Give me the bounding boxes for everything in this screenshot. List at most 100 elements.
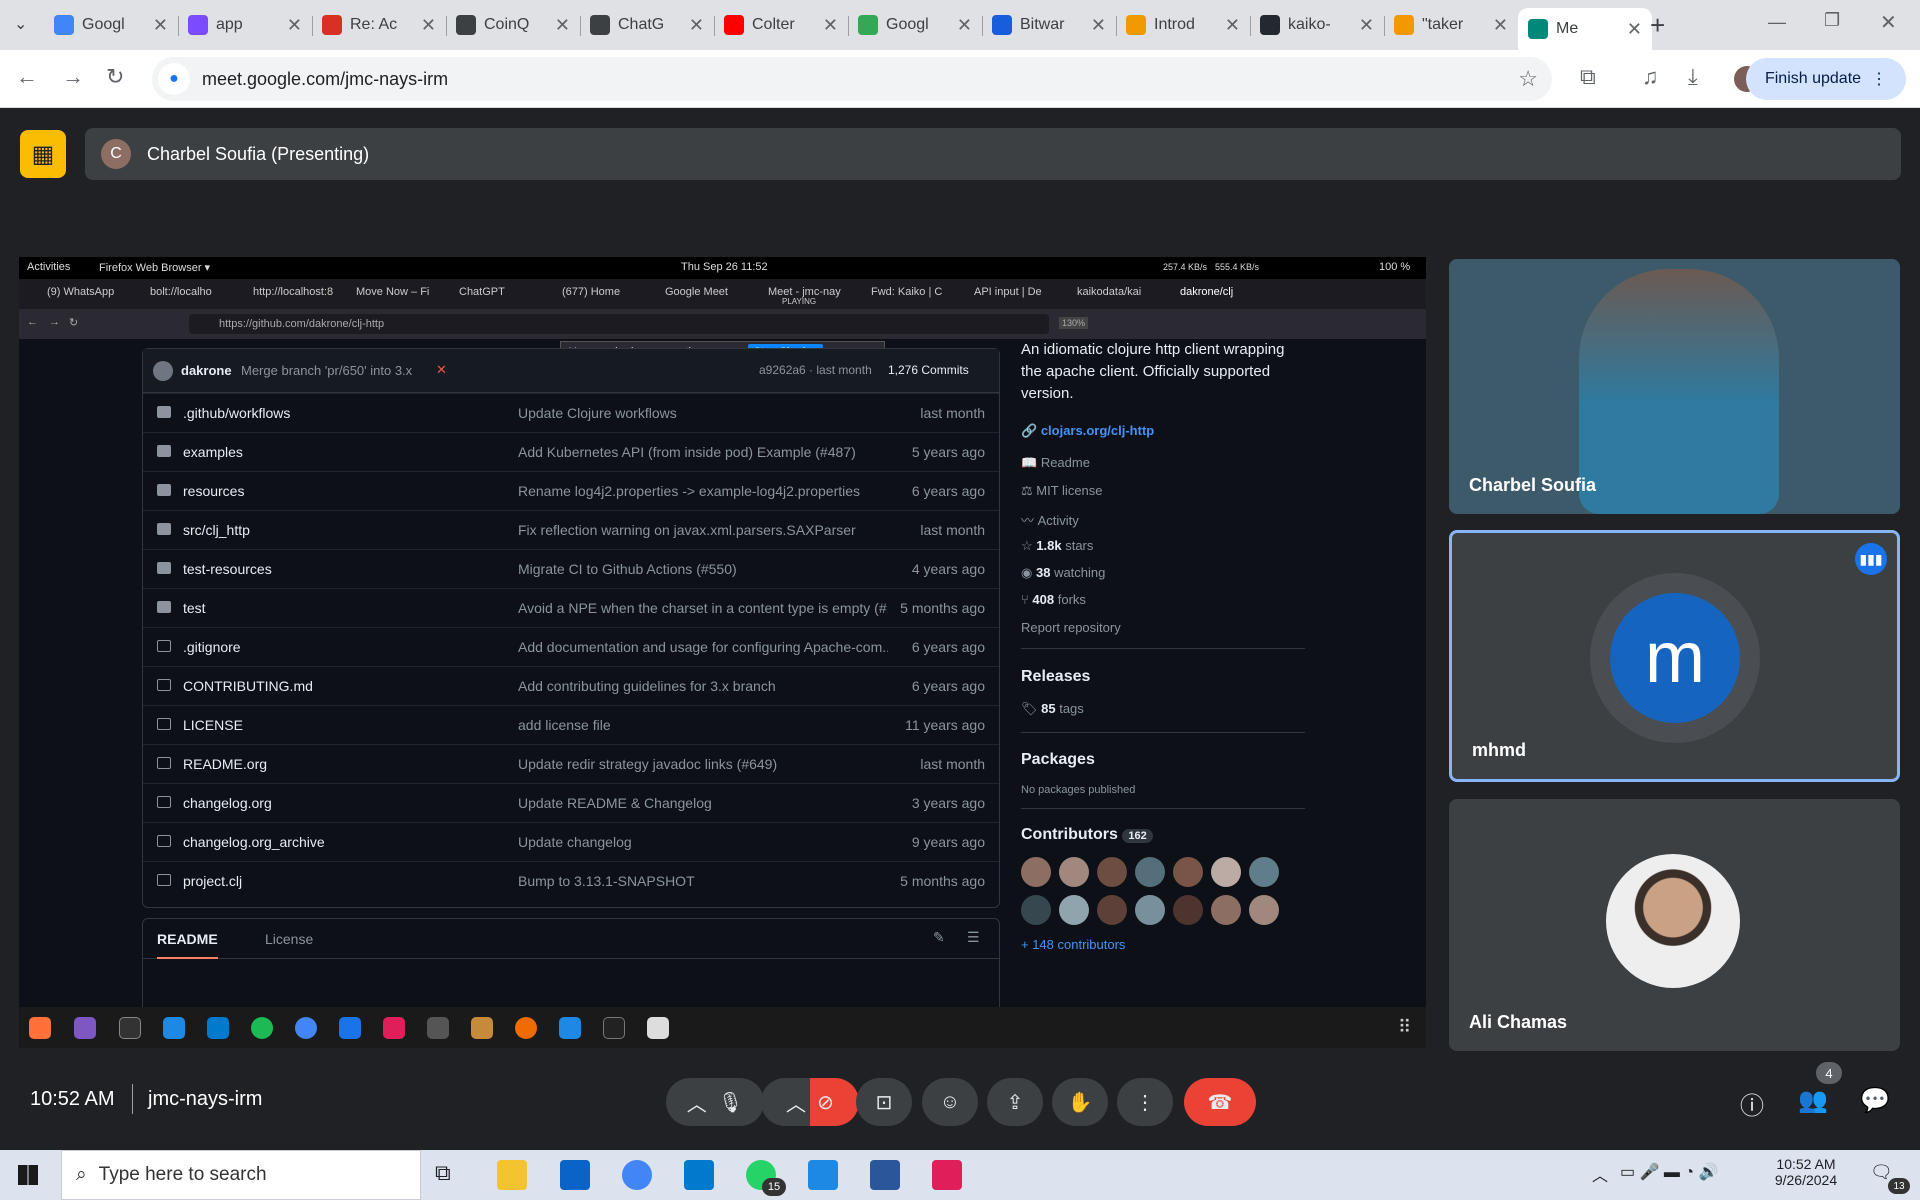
browser-tab[interactable]: Re: Ac ✕ [312,8,446,42]
browser-tab[interactable]: kaiko- ✕ [1250,8,1384,42]
ff-reload-icon[interactable]: ↻ [69,316,78,329]
leave-call-button[interactable]: ☎ [1184,1078,1256,1126]
file-commit-message[interactable]: Update changelog [518,834,888,850]
file-name[interactable]: changelog.org [183,795,272,811]
readme-tab[interactable]: README [157,931,218,959]
firefox-tab[interactable]: kaikodata/kai [1077,286,1141,298]
taskbar-clock[interactable]: 10:52 AM 9/26/2024 [1764,1156,1848,1188]
file-row[interactable]: .github/workflows Update Clojure workflow… [143,393,999,432]
app-dock-icon-14[interactable] [603,1017,625,1039]
stars-link[interactable]: ☆ 1.8k stars [1021,538,1093,554]
firefox-tab[interactable]: Google Meet [665,286,728,298]
app-dock-icon-8[interactable] [339,1017,361,1039]
tab-search-icon[interactable]: ⌄ [14,14,27,34]
extensions-puzzle-icon[interactable]: ⧉ [1580,64,1596,90]
back-arrow-icon[interactable]: ← [16,64,38,90]
new-tab-button[interactable]: + [1650,10,1665,41]
firefox-tab[interactable]: (9) WhatsApp [47,286,114,298]
contributors-heading[interactable]: Contributors 162 [1021,826,1153,844]
postman-dock-icon[interactable] [515,1017,537,1039]
file-commit-message[interactable]: Add contributing guidelines for 3.x bran… [518,678,888,694]
file-name[interactable]: changelog.org_archive [183,834,325,850]
media-controls-icon[interactable]: ♫ [1642,64,1659,90]
firefox-tab[interactable]: bolt://localho [150,286,212,298]
file-name[interactable]: LICENSE [183,717,243,733]
microphone-permission-icon[interactable]: ● [158,63,190,95]
participant-tile-mhmd[interactable]: m ▮▮▮ mhmd [1449,530,1900,782]
minimize-window-button[interactable]: — [1768,12,1786,33]
forward-arrow-icon[interactable]: → [62,64,84,90]
files-dock-icon[interactable] [647,1017,669,1039]
firefox-tab[interactable]: Fwd: Kaiko | C [871,286,942,298]
contributor-avatar[interactable] [1249,895,1279,925]
file-row[interactable]: LICENSE add license file 11 years ago [143,705,999,744]
browser-tab[interactable]: Me ✕ [1518,8,1652,50]
contributor-avatar[interactable] [1135,895,1165,925]
file-row[interactable]: project.clj Bump to 3.13.1-SNAPSHOT 5 mont… [143,861,999,900]
tray-icons[interactable]: ▭ 🎤 ▬ ◔ 🔊 [1620,1162,1718,1182]
people-icon[interactable]: 👥 [1798,1086,1828,1115]
firefox-tab[interactable]: http://localhost:8 [253,286,333,298]
contributor-avatar[interactable] [1211,857,1241,887]
browser-tab[interactable]: CoinQ ✕ [446,8,580,42]
audio-options-chevron-icon[interactable]: ︿ [687,1088,707,1117]
file-commit-message[interactable]: Avoid a NPE when the charset in a conten… [518,600,888,616]
contributor-avatar[interactable] [1021,895,1051,925]
browser-tab[interactable]: Bitwar ✕ [982,8,1116,42]
file-row[interactable]: changelog.org Update README & Changelog 3 … [143,783,999,822]
contributor-avatar[interactable] [1059,895,1089,925]
taskbar-search-box[interactable]: ⌕ Type here to search [61,1150,421,1200]
participant-tile-ali[interactable]: Ali Chamas [1449,799,1900,1051]
reactions-button[interactable]: ☺ [922,1078,978,1126]
homepage-link[interactable]: 🔗 clojars.org/clj-http [1021,423,1154,439]
file-name[interactable]: .gitignore [183,639,241,655]
tags-link[interactable]: 🏷 85 tags [1021,701,1084,717]
file-row[interactable]: .gitignore Add documentation and usage fo… [143,627,999,666]
vscode-taskbar-icon[interactable] [684,1160,714,1190]
contributor-avatar[interactable] [1059,857,1089,887]
app-menu[interactable]: Firefox Web Browser ▾ [99,261,210,274]
license-link[interactable]: ⚖ MIT license [1021,483,1103,499]
firefox-dock-icon[interactable] [29,1017,51,1039]
file-commit-message[interactable]: Update README & Changelog [518,795,888,811]
ci-fail-icon[interactable]: ✕ [436,362,447,378]
downloads-icon[interactable]: ⤓ [1688,64,1698,90]
present-screen-button[interactable]: ⇪ [987,1078,1043,1126]
commit-message[interactable]: Merge branch 'pr/650' into 3.x [241,363,412,378]
contributor-avatar[interactable] [1249,857,1279,887]
tab-close-icon[interactable]: ✕ [555,15,570,36]
firefox-tab[interactable]: API input | De [974,286,1042,298]
commit-author[interactable]: dakrone [181,363,232,378]
app-dock-icon-13[interactable] [559,1017,581,1039]
tab-close-icon[interactable]: ✕ [1359,15,1374,36]
browser-tab[interactable]: "taker ✕ [1384,8,1518,42]
app-dock-icon-4[interactable] [163,1017,185,1039]
browser-tab[interactable]: app ✕ [178,8,312,42]
file-name[interactable]: src/clj_http [183,522,250,538]
finish-update-button[interactable]: Finish update ⋮ [1746,58,1906,100]
commit-hash[interactable]: a9262a6 · last month [759,363,872,377]
gnome-clock[interactable]: Thu Sep 26 11:52 [681,261,768,273]
contributor-avatar[interactable] [1097,857,1127,887]
activities-button[interactable]: Activities [27,261,70,273]
chrome-dock-icon[interactable] [295,1017,317,1039]
file-name[interactable]: resources [183,483,244,499]
file-commit-message[interactable]: Update redir strategy javadoc links (#64… [518,756,888,772]
browser-tab[interactable]: Googl ✕ [44,8,178,42]
releases-heading[interactable]: Releases [1021,668,1090,686]
close-window-button[interactable]: ✕ [1880,10,1897,35]
file-commit-message[interactable]: Rename log4j2.properties -> example-log4… [518,483,888,499]
meeting-info-icon[interactable]: ⓘ [1740,1086,1764,1121]
camera-button[interactable]: ︿ ⊘ [761,1078,859,1126]
restore-window-button[interactable]: ❐ [1824,10,1840,31]
contributor-avatar[interactable] [1135,857,1165,887]
tab-close-icon[interactable]: ✕ [1493,15,1508,36]
contributor-avatar[interactable] [1173,857,1203,887]
file-name[interactable]: test [183,600,206,616]
ff-forward-icon[interactable]: → [49,316,60,328]
file-explorer-icon[interactable] [497,1160,527,1190]
outlook-icon[interactable] [560,1160,590,1190]
file-name[interactable]: CONTRIBUTING.md [183,678,313,694]
file-name[interactable]: test-resources [183,561,272,577]
firefox-tab[interactable]: Move Now – Fi [356,286,429,298]
